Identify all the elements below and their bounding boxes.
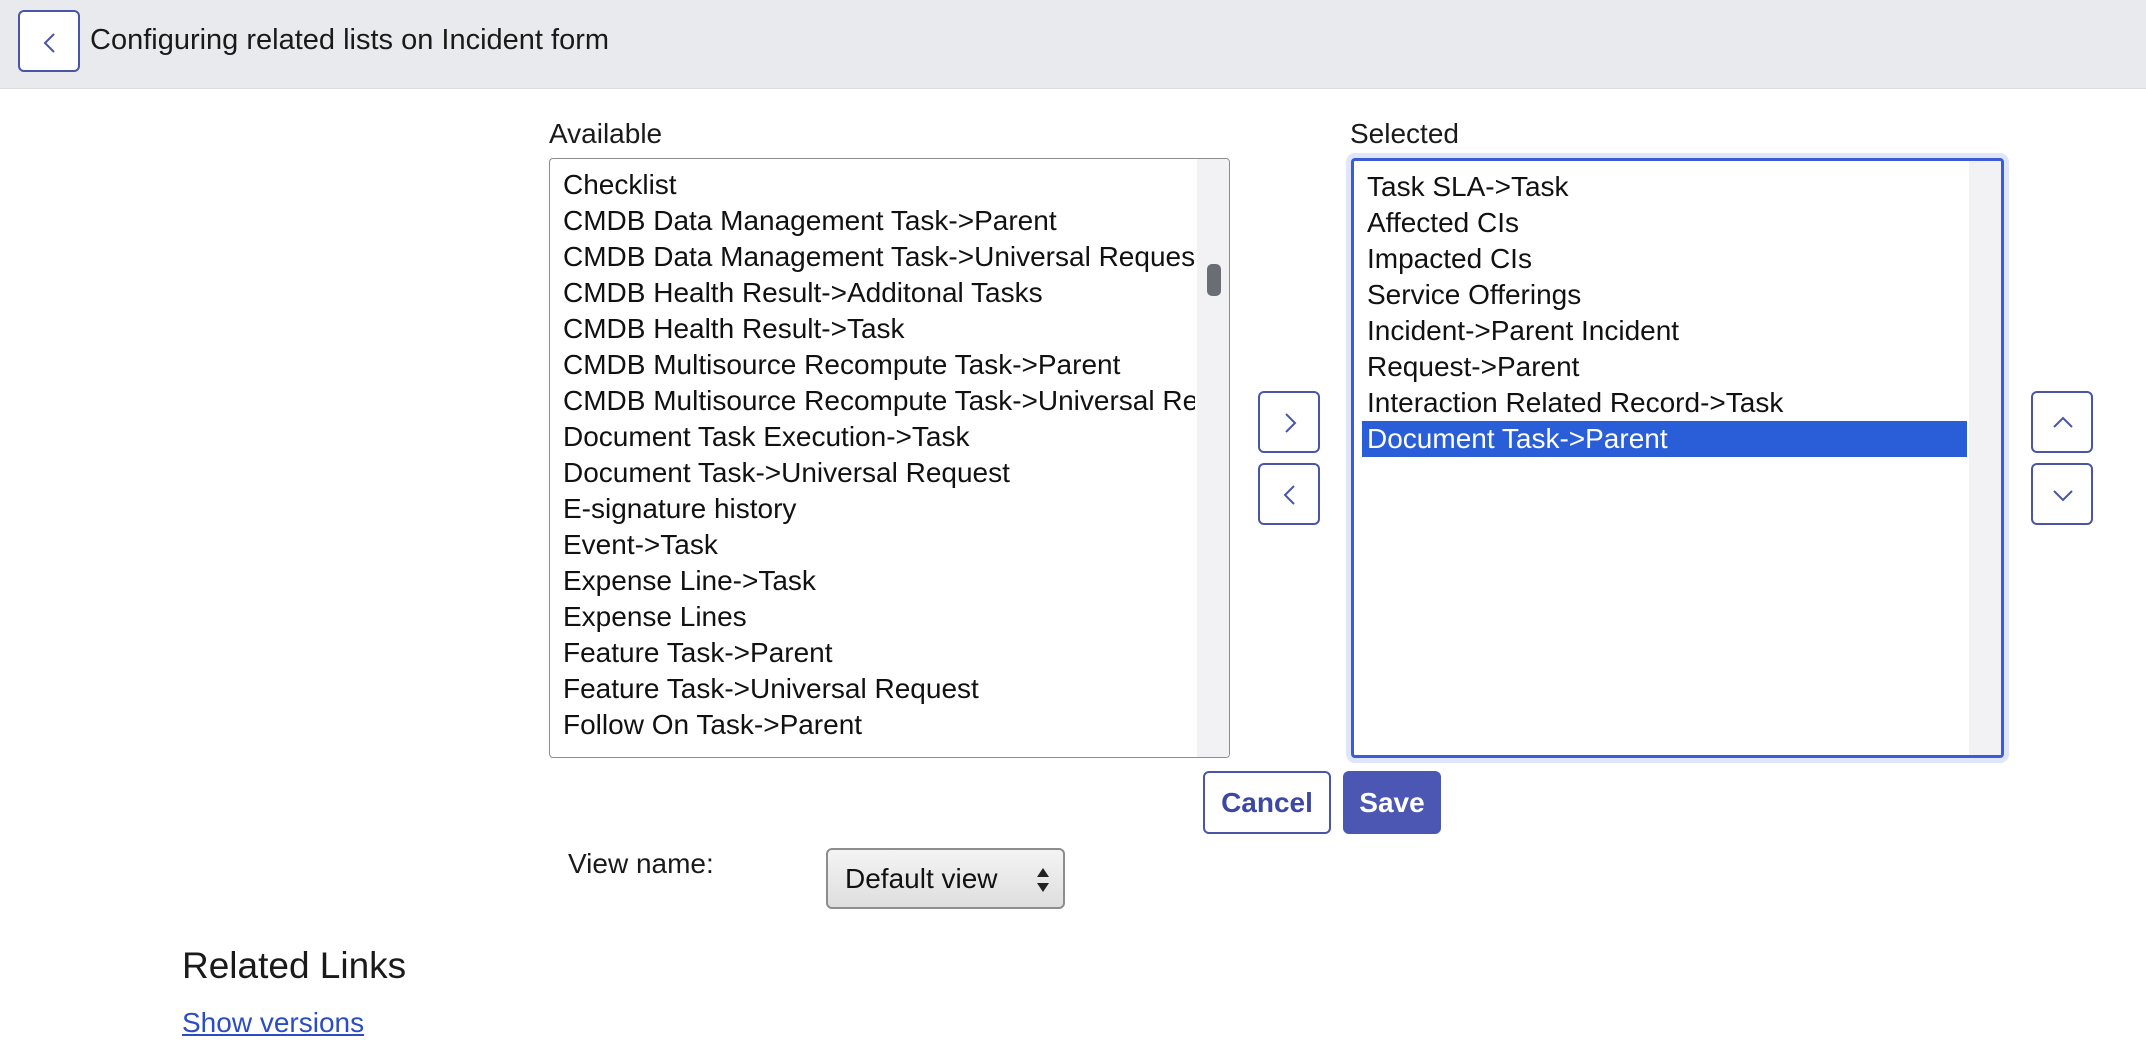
cancel-button[interactable]: Cancel — [1203, 771, 1331, 834]
available-option[interactable]: Checklist — [558, 167, 1195, 203]
available-option[interactable]: CMDB Multisource Recompute Task->Univers… — [558, 383, 1195, 419]
add-to-selected-button[interactable] — [1258, 391, 1320, 453]
selected-option[interactable]: Task SLA->Task — [1362, 169, 1967, 205]
selected-options: Task SLA->Task Affected CIs Impacted CIs Se… — [1362, 169, 1967, 457]
available-option[interactable]: CMDB Health Result->Task — [558, 311, 1195, 347]
selected-option[interactable]: Service Offerings — [1362, 277, 1967, 313]
available-option[interactable]: CMDB Health Result->Additonal Tasks — [558, 275, 1195, 311]
move-up-button[interactable] — [2031, 391, 2093, 453]
available-option[interactable]: Document Task->Universal Request — [558, 455, 1195, 491]
selected-scrollbar[interactable] — [1969, 161, 2001, 755]
available-option[interactable]: E-signature history — [558, 491, 1195, 527]
available-scrollbar[interactable] — [1197, 159, 1229, 757]
available-option[interactable]: Expense Lines — [558, 599, 1195, 635]
back-button[interactable] — [18, 10, 80, 72]
chevron-left-icon — [43, 33, 55, 53]
page-title: Configuring related lists on Incident fo… — [90, 24, 610, 56]
chevron-up-icon — [2053, 416, 2073, 428]
move-down-button[interactable] — [2031, 463, 2093, 525]
selected-option[interactable]: Incident->Parent Incident — [1362, 313, 1967, 349]
available-list[interactable]: Checklist CMDB Data Management Task->Pare… — [549, 158, 1230, 758]
selected-label: Selected — [1350, 118, 1459, 149]
available-option[interactable]: CMDB Data Management Task->Universal Req… — [558, 239, 1195, 275]
save-button[interactable]: Save — [1343, 771, 1441, 834]
available-option[interactable]: Document Task Execution->Task — [558, 419, 1195, 455]
related-links-title: Related Links — [182, 945, 407, 986]
show-versions-link[interactable]: Show versions — [182, 1007, 364, 1039]
available-option[interactable]: Expense Line->Task — [558, 563, 1195, 599]
selected-option[interactable]: Impacted CIs — [1362, 241, 1967, 277]
view-name-value: Default view — [845, 863, 998, 894]
available-option[interactable]: Follow On Task->Parent — [558, 707, 1195, 743]
available-option[interactable]: CMDB Data Management Task->Parent — [558, 203, 1195, 239]
available-option[interactable]: CMDB Multisource Recompute Task->Parent — [558, 347, 1195, 383]
available-label: Available — [549, 118, 663, 149]
available-option[interactable]: Event->Task — [558, 527, 1195, 563]
selected-option[interactable]: Affected CIs — [1362, 205, 1967, 241]
available-option[interactable]: Feature Task->Parent — [558, 635, 1195, 671]
chevron-down-icon — [2053, 490, 2073, 502]
available-scroll-thumb[interactable] — [1207, 264, 1221, 296]
selected-option[interactable]: Document Task->Parent — [1362, 421, 1967, 457]
chevron-left-icon — [1283, 485, 1295, 505]
available-option[interactable]: Feature Task->Universal Request — [558, 671, 1195, 707]
selected-list[interactable]: Task SLA->Task Affected CIs Impacted CIs Se… — [1351, 158, 2004, 758]
selected-option[interactable]: Interaction Related Record->Task — [1362, 385, 1967, 421]
selected-option[interactable]: Request->Parent — [1362, 349, 1967, 385]
select-arrows-icon — [1037, 868, 1049, 892]
view-name-label: View name: — [568, 848, 714, 879]
remove-from-selected-button[interactable] — [1258, 463, 1320, 525]
view-name-select[interactable]: Default view — [826, 848, 1065, 909]
chevron-right-icon — [1285, 413, 1297, 433]
available-options: Checklist CMDB Data Management Task->Pare… — [558, 167, 1195, 743]
page-header: Configuring related lists on Incident fo… — [0, 0, 2146, 89]
